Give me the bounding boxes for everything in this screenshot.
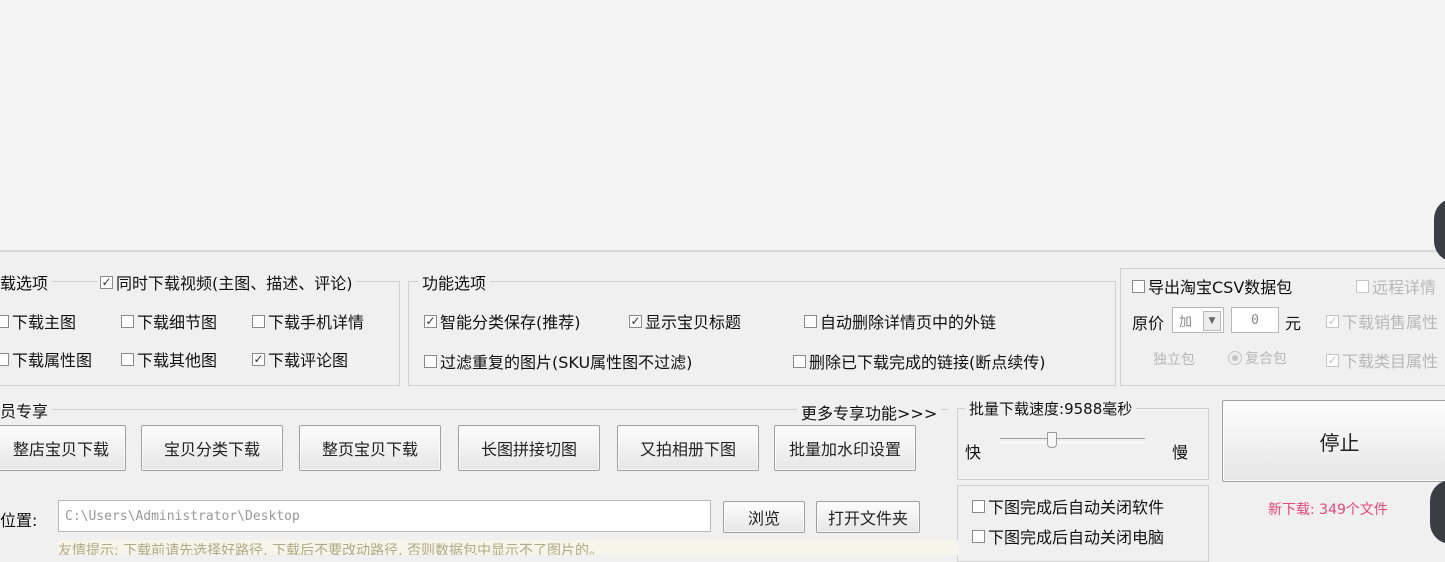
browse-button[interactable]: 浏览 [723, 501, 805, 533]
checkbox-label: 下载主图 [12, 313, 77, 332]
checkbox-icon [804, 314, 817, 328]
delete-downloaded-links-checkbox[interactable]: 删除已下载完成的链接(断点续传) [793, 349, 1046, 373]
auto-close-software-checkbox[interactable]: 下图完成后自动关闭软件 [972, 494, 1164, 518]
whole-page-download-button[interactable]: 整页宝贝下载 [299, 425, 441, 471]
checkbox-label: 下载属性图 [12, 351, 93, 370]
speed-value: 9588毫秒 [1064, 400, 1133, 418]
checkbox-icon: ✓ [1326, 314, 1339, 328]
download-review-image-checkbox[interactable]: ✓ 下载评论图 [252, 347, 348, 371]
batch-watermark-button[interactable]: 批量加水印设置 [774, 425, 916, 471]
long-image-stitch-button[interactable]: 长图拼接切图 [458, 425, 600, 471]
checkbox-label: 下载评论图 [268, 351, 349, 370]
checkbox-icon: ✓ [252, 352, 265, 366]
checkbox-label: 导出淘宝CSV数据包 [1148, 278, 1293, 297]
export-csv-checkbox[interactable]: 导出淘宝CSV数据包 [1132, 274, 1292, 298]
function-options-header: 功能选项 [418, 270, 491, 294]
download-attr-image-checkbox[interactable]: 下载属性图 [0, 347, 92, 371]
chevron-down-icon: ▼ [1203, 311, 1221, 331]
price-value-input[interactable]: 0 [1231, 307, 1279, 333]
checkbox-icon [972, 499, 985, 513]
checkbox-icon [972, 529, 985, 543]
divider [0, 250, 1445, 252]
radio-icon [1228, 351, 1242, 365]
checkbox-label: 下图完成后自动关闭软件 [988, 498, 1165, 517]
checkbox-icon [424, 354, 437, 368]
checkbox-label: 智能分类保存(推荐) [440, 313, 581, 332]
download-other-image-checkbox[interactable]: 下载其他图 [121, 347, 217, 371]
speed-slider-thumb[interactable] [1046, 432, 1057, 448]
auto-shutdown-checkbox[interactable]: 下图完成后自动关闭电脑 [972, 524, 1164, 548]
checkbox-icon [793, 354, 806, 368]
price-mode-select[interactable]: 加 ▼ [1172, 307, 1224, 333]
price-mode-value: 加 [1179, 314, 1193, 330]
checkbox-label: 下载手机详情 [268, 313, 365, 332]
checkbox-label: 自动删除详情页中的外链 [820, 313, 997, 332]
video-checkbox-label: 同时下载视频(主图、描述、评论) [116, 274, 353, 293]
checkbox-label: 过滤重复的图片(SKU属性图不过滤) [440, 353, 693, 372]
checkbox-icon: ✓ [1326, 353, 1339, 367]
checkbox-icon [252, 314, 265, 328]
checkbox-label: 显示宝贝标题 [645, 313, 742, 332]
price-unit: 元 [1285, 314, 1302, 333]
member-header: 员专享 [0, 398, 53, 422]
download-status: 新下载: 349个文件 [1268, 502, 1388, 518]
price-value: 0 [1251, 312, 1259, 328]
remote-detail-checkbox[interactable]: 远程详情 [1356, 274, 1436, 298]
overlay-button-bottom [1430, 480, 1445, 544]
category-download-button[interactable]: 宝贝分类下载 [141, 425, 283, 471]
download-sales-attr-checkbox[interactable]: ✓ 下载销售属性 [1326, 309, 1438, 333]
filter-duplicate-images-checkbox[interactable]: 过滤重复的图片(SKU属性图不过滤) [424, 349, 692, 373]
checkbox-icon: ✓ [100, 275, 113, 289]
checkbox-label: 下载销售属性 [1342, 313, 1439, 332]
checkbox-label: 下图完成后自动关闭电脑 [988, 528, 1165, 547]
speed-label-wrap: 批量下载速度:9588毫秒 [965, 398, 1137, 419]
video-checkbox[interactable]: ✓ 同时下载视频(主图、描述、评论) [97, 270, 356, 294]
whole-shop-download-button[interactable]: 整店宝贝下载 [0, 425, 126, 471]
checkbox-icon [1132, 279, 1145, 293]
smart-category-save-checkbox[interactable]: ✓ 智能分类保存(推荐) [424, 309, 581, 333]
speed-fast-label: 快 [965, 443, 982, 462]
radio-label: 复合包 [1245, 351, 1287, 367]
download-main-image-checkbox[interactable]: 下载主图 [0, 309, 76, 333]
checkbox-icon [121, 314, 134, 328]
friendly-hint: 友情提示: 下载前请先选择好路径, 下载后不要改动路径, 否则数据包中显示不了图… [58, 540, 958, 555]
download-mobile-detail-checkbox[interactable]: 下载手机详情 [252, 309, 364, 333]
combined-package-radio[interactable]: 复合包 [1228, 348, 1287, 368]
checkbox-icon [0, 314, 9, 328]
youpai-album-download-button[interactable]: 又拍相册下图 [617, 425, 759, 471]
checkbox-icon [121, 352, 134, 366]
checkbox-label: 下载类目属性 [1342, 352, 1439, 371]
remove-external-links-checkbox[interactable]: 自动删除详情页中的外链 [804, 309, 996, 333]
save-path-input[interactable]: C:\Users\Administrator\Desktop [58, 500, 711, 532]
open-folder-button[interactable]: 打开文件夹 [816, 501, 920, 533]
checkbox-icon: ✓ [629, 314, 642, 328]
standalone-package-radio[interactable]: 独立包 [1153, 349, 1195, 369]
speed-slow-label: 慢 [1172, 443, 1189, 462]
checkbox-icon [1356, 279, 1369, 293]
checkbox-label: 远程详情 [1372, 278, 1437, 297]
show-item-title-checkbox[interactable]: ✓ 显示宝贝标题 [629, 309, 741, 333]
download-options-header: 载选项 [0, 270, 53, 294]
checkbox-label: 下载其他图 [137, 351, 218, 370]
speed-slider-track[interactable] [1000, 438, 1145, 443]
preview-area [0, 0, 1445, 250]
stop-button[interactable]: 停止 [1222, 400, 1445, 482]
checkbox-label: 删除已下载完成的链接(断点续传) [809, 353, 1046, 372]
checkbox-icon: ✓ [424, 314, 437, 328]
checkbox-icon [0, 352, 9, 366]
more-features-link[interactable]: 更多专享功能>>> [797, 400, 942, 424]
checkbox-label: 下载细节图 [137, 313, 218, 332]
price-label: 原价 [1132, 314, 1165, 333]
download-detail-image-checkbox[interactable]: 下载细节图 [121, 309, 217, 333]
speed-label: 批量下载速度: [969, 400, 1065, 418]
download-category-attr-checkbox[interactable]: ✓ 下载类目属性 [1326, 348, 1438, 372]
path-label: 位置: [0, 511, 38, 530]
